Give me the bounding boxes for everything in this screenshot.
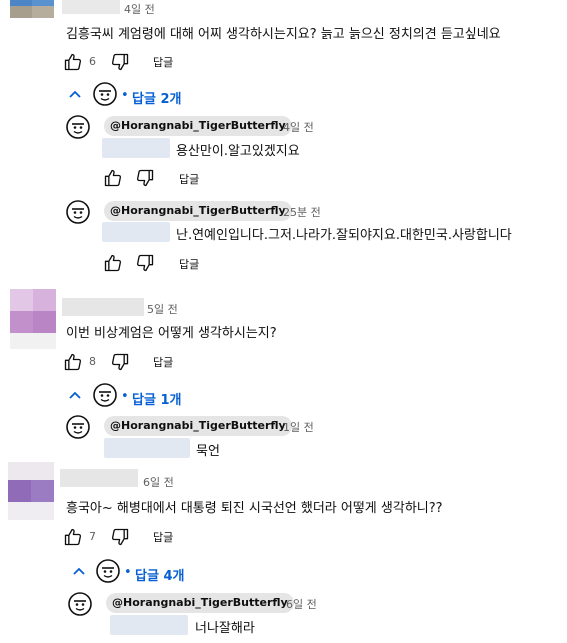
comment-text: 흥국아~ 해병대에서 대통령 퇴진 시국선언 했더라 어떻게 생각하니?? <box>66 501 443 516</box>
replies-count-label: 답글 4개 <box>135 569 185 584</box>
chevron-up-icon <box>69 391 81 399</box>
like-count: 6 <box>89 55 96 68</box>
reply-text: 묵언 <box>196 444 220 459</box>
chevron-up-icon <box>69 90 81 98</box>
reply-time: 4일 전 <box>283 121 314 134</box>
comment-time: 5일 전 <box>147 303 178 316</box>
bullet-dot: • <box>124 565 132 580</box>
reply-button[interactable]: 답글 <box>153 529 173 545</box>
username-blurred <box>60 469 138 487</box>
thumbs-down-icon[interactable] <box>110 52 130 72</box>
avatar[interactable] <box>8 462 54 520</box>
thumbs-up-icon[interactable] <box>63 352 83 372</box>
creator-avatar[interactable] <box>66 200 90 228</box>
comment-text: 김흥국씨 계엄령에 대해 어찌 생각하시는지요? 늙고 늙으신 정치의견 듣고싶… <box>66 27 501 42</box>
comment-text: 이번 비상계엄은 어떻게 생각하시는지? <box>66 326 277 341</box>
reply-button[interactable]: 답글 <box>179 256 199 272</box>
like-count: 8 <box>89 355 96 368</box>
creator-avatar[interactable] <box>68 592 92 620</box>
reply-text: 용산만이.알고있겠지요 <box>176 144 300 159</box>
reply-time: 1일 전 <box>283 421 314 434</box>
channel-handle[interactable]: @Horangnabi_TigerButterfly <box>104 116 292 136</box>
thumbs-down-icon[interactable] <box>110 352 130 372</box>
thumbs-up-icon[interactable] <box>103 253 123 273</box>
thumbs-up-icon[interactable] <box>63 527 83 547</box>
replies-count-label: 답글 2개 <box>132 92 182 107</box>
mention-blurred <box>102 138 170 158</box>
mention-blurred <box>102 222 170 242</box>
thumbs-up-icon[interactable] <box>103 168 123 188</box>
bullet-dot: • <box>121 88 129 103</box>
creator-avatar <box>93 383 117 411</box>
chevron-up-icon <box>73 567 85 575</box>
creator-avatar <box>93 82 117 110</box>
comment-time: 6일 전 <box>143 476 174 489</box>
replies-count-label: 답글 1개 <box>132 393 182 408</box>
avatar[interactable] <box>10 0 54 18</box>
creator-avatar[interactable] <box>66 415 90 443</box>
channel-handle[interactable]: @Horangnabi_TigerButterfly <box>104 201 292 221</box>
reply-button[interactable]: 답글 <box>153 54 173 70</box>
username-blurred <box>62 0 120 14</box>
username-blurred <box>62 298 144 316</box>
mention-blurred <box>110 615 188 635</box>
bullet-dot: • <box>121 389 129 404</box>
reply-button[interactable]: 답글 <box>153 354 173 370</box>
reply-time: 25분 전 <box>283 206 321 219</box>
thumbs-up-icon[interactable] <box>63 52 83 72</box>
avatar[interactable] <box>10 289 56 349</box>
thumbs-down-icon[interactable] <box>135 168 155 188</box>
thumbs-down-icon[interactable] <box>135 253 155 273</box>
creator-avatar[interactable] <box>66 115 90 143</box>
mention-blurred <box>104 438 190 458</box>
channel-handle[interactable]: @Horangnabi_TigerButterfly <box>106 593 294 613</box>
like-count: 7 <box>89 530 96 543</box>
channel-handle[interactable]: @Horangnabi_TigerButterfly <box>104 416 292 436</box>
thumbs-down-icon[interactable] <box>110 527 130 547</box>
reply-text: 너나잘해라 <box>195 621 255 636</box>
comment-time: 4일 전 <box>124 3 155 16</box>
reply-button[interactable]: 답글 <box>179 171 199 187</box>
creator-avatar <box>96 559 120 587</box>
reply-time: 6일 전 <box>286 598 317 611</box>
reply-text: 난.연예인입니다.그저.나라가.잘되야지요.대한민국.사랑합니다 <box>176 228 512 243</box>
